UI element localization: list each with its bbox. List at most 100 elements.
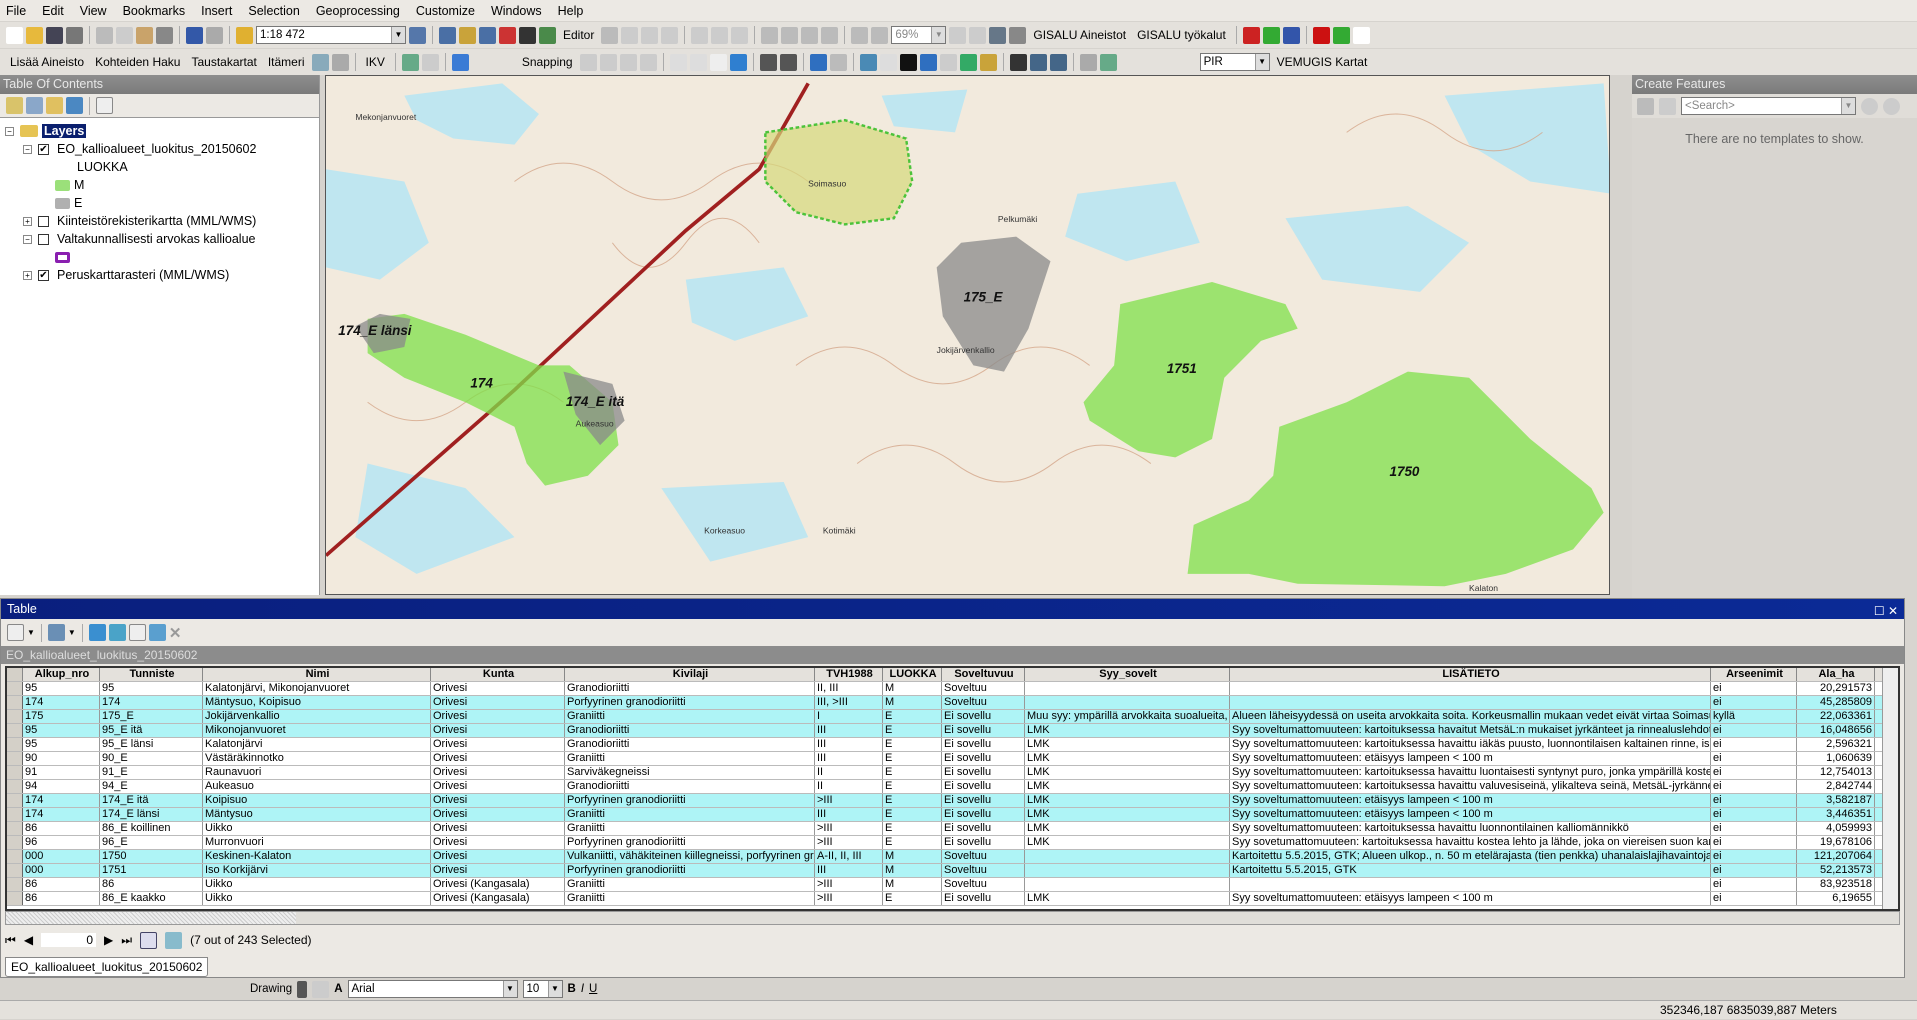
delete-selected-icon[interactable]: ✕ xyxy=(169,624,182,642)
find-binoculars-icon[interactable] xyxy=(1009,53,1027,71)
font-size-combo[interactable]: 10 ▼ xyxy=(522,980,563,998)
scale-combo[interactable]: 1:18 472 ▼ xyxy=(256,26,406,44)
first-record-icon[interactable]: ⏮ xyxy=(5,933,16,948)
table-row[interactable]: 000 1751 Iso Korkijärvi Orivesi Porfyyrinen … xyxy=(7,864,1898,878)
snapping-menu[interactable]: Snapping xyxy=(522,55,573,69)
editor-toolbar-icon[interactable] xyxy=(409,26,426,44)
layout-forward-icon[interactable] xyxy=(871,26,889,44)
menu-customize[interactable]: Customize xyxy=(416,4,475,18)
last-record-icon[interactable]: ⏭ xyxy=(121,933,132,948)
row-selector[interactable] xyxy=(7,724,23,737)
new-document-icon[interactable] xyxy=(6,26,23,44)
list-by-drawing-order-icon[interactable] xyxy=(6,97,23,114)
list-by-visibility-icon[interactable] xyxy=(46,97,63,114)
menu-edit[interactable]: Edit xyxy=(42,4,64,18)
layers-root[interactable]: − Layers xyxy=(0,122,319,140)
collapse-icon[interactable]: − xyxy=(23,234,32,244)
layout-pan-icon[interactable] xyxy=(801,26,819,44)
paste-icon[interactable] xyxy=(136,26,153,44)
table-options-icon[interactable] xyxy=(7,624,24,641)
column-header[interactable]: Kunta xyxy=(431,668,565,681)
focus-frame-icon[interactable] xyxy=(969,26,987,44)
snap-vertex-icon[interactable] xyxy=(619,53,637,71)
select-elements-icon[interactable] xyxy=(297,980,308,998)
zoom-out-icon[interactable] xyxy=(689,53,707,71)
row-selector[interactable] xyxy=(7,878,23,891)
rotate-icon[interactable] xyxy=(711,26,729,44)
select-by-attributes-icon[interactable] xyxy=(88,624,106,641)
tool-b-icon[interactable] xyxy=(421,53,439,71)
menu-view[interactable]: View xyxy=(80,4,107,18)
full-extent-globe-icon[interactable] xyxy=(729,53,747,71)
arctoolbox-icon[interactable] xyxy=(499,26,516,44)
collapse-icon[interactable]: − xyxy=(23,144,32,154)
select-all-cell[interactable] xyxy=(7,668,23,681)
layer-checkbox[interactable] xyxy=(38,233,49,245)
table-row[interactable]: 86 86_E koillinen Uikko Orivesi Graniitti >II… xyxy=(7,822,1898,836)
go-to-xy-icon[interactable] xyxy=(1049,53,1067,71)
python-icon[interactable] xyxy=(519,26,536,44)
table-row[interactable]: 174 174_E länsi Mäntysuo Orivesi Graniitti II… xyxy=(7,808,1898,822)
print-preview-icon[interactable] xyxy=(331,53,349,71)
rectangle-icon[interactable] xyxy=(312,980,330,998)
fixed-zoom-in-icon[interactable] xyxy=(759,53,777,71)
template-search-input[interactable]: <Search> ▼ xyxy=(1681,97,1856,115)
options-icon[interactable] xyxy=(96,97,113,114)
time-slider-icon[interactable] xyxy=(1079,53,1097,71)
row-selector[interactable] xyxy=(7,766,23,779)
scroll-thumb[interactable] xyxy=(6,912,296,924)
layout-zoom-out-icon[interactable] xyxy=(781,26,799,44)
table-row[interactable]: 94 94_E Aukeasuo Orivesi Granodioriitti II E Ei… xyxy=(7,780,1898,794)
related-tables-icon[interactable] xyxy=(47,624,65,641)
search-icon[interactable] xyxy=(479,26,496,44)
hyperlink-icon[interactable] xyxy=(939,53,957,71)
table-row[interactable]: 91 91_E Raunavuori Orivesi Sarviväkegneissi I… xyxy=(7,766,1898,780)
column-header[interactable]: Alkup_nro xyxy=(23,668,100,681)
previous-record-icon[interactable]: ◀ xyxy=(24,933,33,947)
expand-icon[interactable]: + xyxy=(23,270,32,280)
dropdown-arrow-icon[interactable]: ▼ xyxy=(1254,54,1269,70)
menu-bookmarks[interactable]: Bookmarks xyxy=(123,4,186,18)
sketch-icon[interactable] xyxy=(621,26,639,44)
collapse-icon[interactable]: − xyxy=(5,126,14,136)
layout-full-icon[interactable] xyxy=(821,26,839,44)
text-icon[interactable]: A xyxy=(334,983,342,995)
row-selector[interactable] xyxy=(7,780,23,793)
snap-end-icon[interactable] xyxy=(599,53,617,71)
clear-selection-icon[interactable] xyxy=(128,624,146,641)
layer-valtakunnallisesti-arvokas[interactable]: − Valtakunnallisesti arvokas kallioalue xyxy=(0,230,319,248)
back-extent-icon[interactable] xyxy=(809,53,827,71)
report-icon[interactable] xyxy=(311,53,329,71)
table-row[interactable]: 86 86 Uikko Orivesi (Kangasala) Graniitti >II… xyxy=(7,878,1898,892)
row-selector[interactable] xyxy=(7,710,23,723)
attributes-icon[interactable] xyxy=(731,26,749,44)
list-by-source-icon[interactable] xyxy=(26,97,43,114)
column-header[interactable]: TVH1988 xyxy=(815,668,883,681)
lisaa-aineisto-button[interactable]: Lisää Aineisto xyxy=(10,55,84,69)
editor-menu[interactable]: Editor xyxy=(563,28,594,42)
switch-selection-icon[interactable] xyxy=(108,624,126,641)
toggle-draft-icon[interactable] xyxy=(949,26,967,44)
map-view[interactable]: 174_E länsi 174 174_E itä 175_E 1751 175… xyxy=(325,75,1610,595)
table-of-contents-icon[interactable] xyxy=(439,26,456,44)
row-selector[interactable] xyxy=(7,808,23,821)
html-popup-icon[interactable] xyxy=(959,53,977,71)
edit-tool-icon[interactable] xyxy=(601,26,619,44)
table-row[interactable]: 95 95 Kalatonjärvi, Mikonojanvuoret Orivesi… xyxy=(7,682,1898,696)
polygon-1750[interactable] xyxy=(1187,371,1604,587)
delete-icon[interactable] xyxy=(156,26,173,44)
print-icon[interactable] xyxy=(66,26,83,44)
show-selected-records-icon[interactable] xyxy=(165,931,183,949)
taustakartat-menu[interactable]: Taustakartat xyxy=(191,55,256,69)
menu-help[interactable]: Help xyxy=(558,4,584,18)
dropdown-arrow-icon[interactable]: ▼ xyxy=(931,27,946,43)
column-header[interactable]: LISÄTIETO xyxy=(1230,668,1711,681)
row-selector[interactable] xyxy=(7,864,23,877)
row-selector[interactable] xyxy=(7,682,23,695)
redo-icon[interactable] xyxy=(206,26,223,44)
layout-zoom-in-icon[interactable] xyxy=(761,26,779,44)
pan-hand-icon[interactable] xyxy=(709,53,727,71)
horizontal-scrollbar[interactable] xyxy=(5,911,1900,925)
column-header[interactable]: Tunniste xyxy=(100,668,203,681)
underline-icon[interactable]: U xyxy=(589,983,597,995)
